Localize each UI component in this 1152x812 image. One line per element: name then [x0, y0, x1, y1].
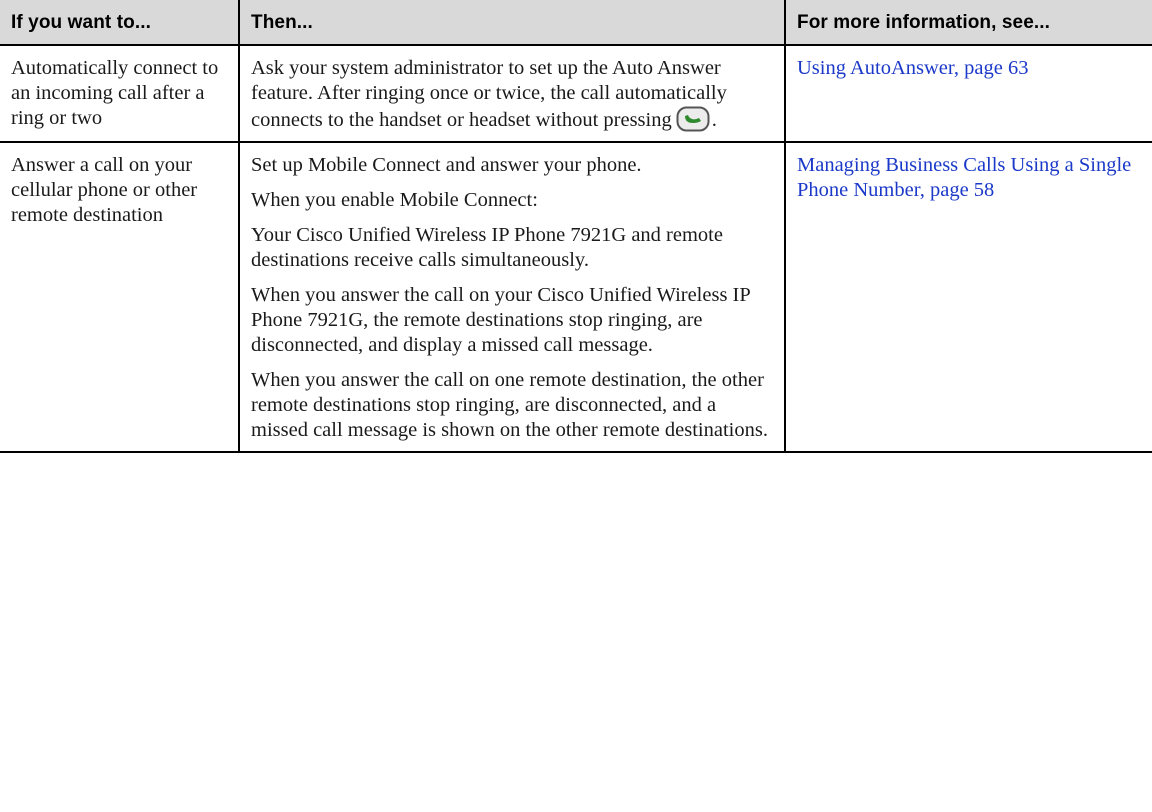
header-if-you-want: If you want to...: [0, 0, 240, 46]
table-row: Automatically connect to an incoming cal…: [0, 44, 1152, 143]
want-cell: Answer a call on your cellular phone or …: [0, 141, 240, 453]
want-cell: Automatically connect to an incoming cal…: [0, 44, 240, 143]
table-row: Answer a call on your cellular phone or …: [0, 141, 1152, 453]
then-paragraph: When you answer the call on your Cisco U…: [251, 284, 751, 356]
then-paragraph: Your Cisco Unified Wireless IP Phone 792…: [251, 224, 723, 271]
then-cell: Set up Mobile Connect and answer your ph…: [238, 141, 786, 453]
see-cell: Using AutoAnswer, page 63: [784, 44, 1152, 143]
table-header-row: If you want to... Then... For more infor…: [0, 0, 1152, 46]
header-more-info: For more information, see...: [784, 0, 1152, 46]
then-paragraph: When you answer the call on one remote d…: [251, 369, 768, 441]
then-paragraph: When you enable Mobile Connect:: [251, 189, 538, 211]
link-managing-business-calls[interactable]: Managing Business Calls Using a Single P…: [797, 154, 1131, 201]
then-text: Ask your system administrator to set up …: [251, 57, 727, 131]
header-then: Then...: [238, 0, 786, 46]
link-using-autoanswer[interactable]: Using AutoAnswer, page 63: [797, 57, 1029, 79]
answer-send-key-icon: [676, 106, 710, 132]
then-suffix: .: [711, 109, 717, 131]
then-cell: Ask your system administrator to set up …: [238, 44, 786, 143]
information-table: If you want to... Then... For more infor…: [0, 0, 1152, 453]
see-cell: Managing Business Calls Using a Single P…: [784, 141, 1152, 453]
then-paragraph: Set up Mobile Connect and answer your ph…: [251, 154, 642, 176]
